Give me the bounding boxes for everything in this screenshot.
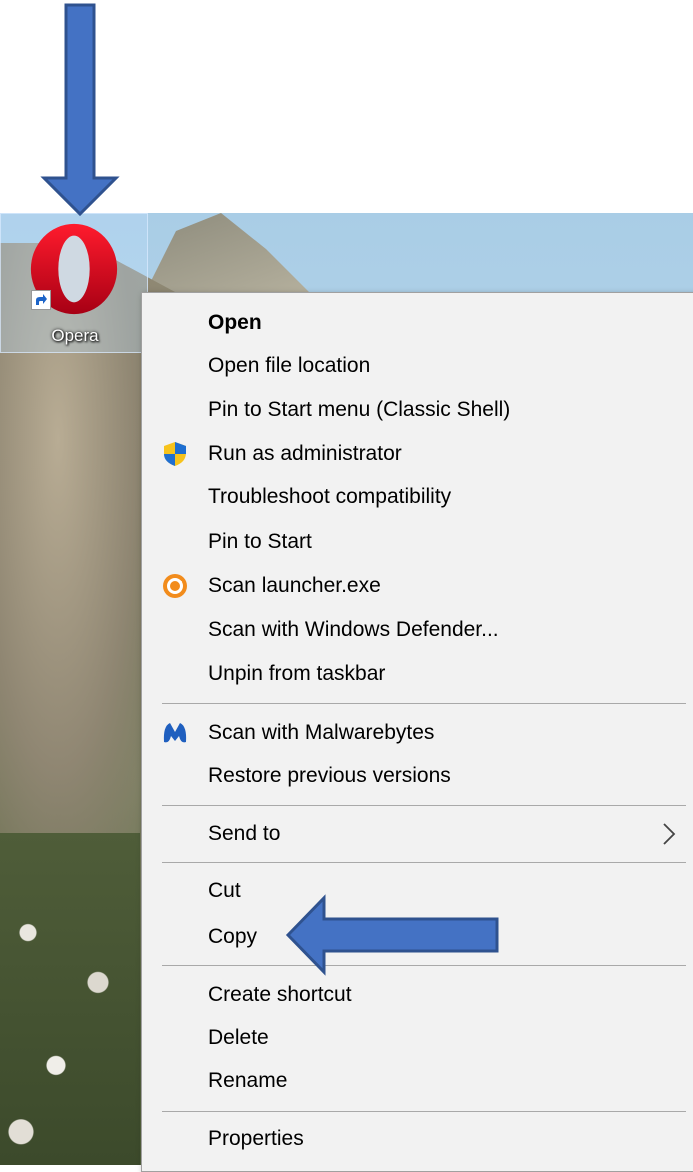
context-menu: Open Open file location Pin to Start men…: [141, 292, 693, 1172]
menu-item-troubleshoot-compatibility[interactable]: Troubleshoot compatibility: [142, 477, 693, 517]
menu-item-create-shortcut[interactable]: Create shortcut: [142, 975, 693, 1015]
menu-item-delete[interactable]: Delete: [142, 1018, 693, 1058]
menu-item-label: Unpin from taskbar: [208, 662, 386, 685]
menu-item-open-file-location[interactable]: Open file location: [142, 346, 693, 386]
menu-item-scan-with-windows-defender[interactable]: Scan with Windows Defender...: [142, 610, 693, 650]
desktop-icon-label: Opera: [51, 326, 99, 345]
left-arrow-annotation: [285, 894, 499, 976]
menu-item-pin-to-start[interactable]: Pin to Start: [142, 522, 693, 562]
wallpaper-houses: [0, 833, 140, 1165]
menu-item-run-as-administrator[interactable]: Run as administrator: [142, 434, 693, 474]
menu-item-open[interactable]: Open: [142, 303, 693, 343]
menu-item-label: Scan launcher.exe: [208, 574, 381, 597]
down-arrow-annotation: [40, 3, 120, 217]
menu-separator: [162, 805, 686, 806]
menu-item-restore-previous-versions[interactable]: Restore previous versions: [142, 756, 693, 796]
menu-item-rename[interactable]: Rename: [142, 1061, 693, 1101]
menu-item-label: Open file location: [208, 354, 371, 377]
menu-item-label: Rename: [208, 1069, 288, 1092]
menu-separator: [162, 703, 686, 704]
menu-item-label: Open: [208, 311, 262, 334]
menu-item-send-to[interactable]: Send to: [142, 814, 693, 854]
menu-item-scan-with-malwarebytes[interactable]: Scan with Malwarebytes: [142, 713, 693, 753]
menu-separator: [162, 1111, 686, 1112]
menu-item-label: Send to: [208, 822, 281, 845]
menu-separator: [162, 862, 686, 863]
menu-item-label: Delete: [208, 1026, 269, 1049]
menu-item-label: Scan with Malwarebytes: [208, 721, 435, 744]
menu-item-label: Troubleshoot compatibility: [208, 485, 452, 508]
menu-item-label: Run as administrator: [208, 442, 402, 465]
chevron-right-icon: [663, 823, 676, 845]
menu-item-label: Pin to Start: [208, 530, 312, 553]
menu-item-pin-to-start-menu-classic-shell[interactable]: Pin to Start menu (Classic Shell): [142, 390, 693, 430]
malwarebytes-icon: [163, 723, 187, 743]
menu-item-label: Cut: [208, 879, 241, 902]
menu-item-properties[interactable]: Properties: [142, 1119, 693, 1159]
menu-item-label: Scan with Windows Defender...: [208, 618, 499, 641]
menu-item-label: Pin to Start menu (Classic Shell): [208, 398, 511, 421]
uac-shield-icon: [164, 442, 186, 466]
menu-item-unpin-from-taskbar[interactable]: Unpin from taskbar: [142, 654, 693, 694]
opera-desktop-shortcut[interactable]: Opera: [0, 213, 148, 353]
shortcut-arrow-icon: [31, 290, 51, 310]
menu-item-label: Create shortcut: [208, 983, 352, 1006]
avast-icon: [163, 574, 187, 598]
menu-item-label: Copy: [208, 925, 258, 948]
menu-item-scan-launcher[interactable]: Scan launcher.exe: [142, 566, 693, 606]
menu-item-label: Properties: [208, 1127, 304, 1150]
menu-item-label: Restore previous versions: [208, 764, 451, 787]
